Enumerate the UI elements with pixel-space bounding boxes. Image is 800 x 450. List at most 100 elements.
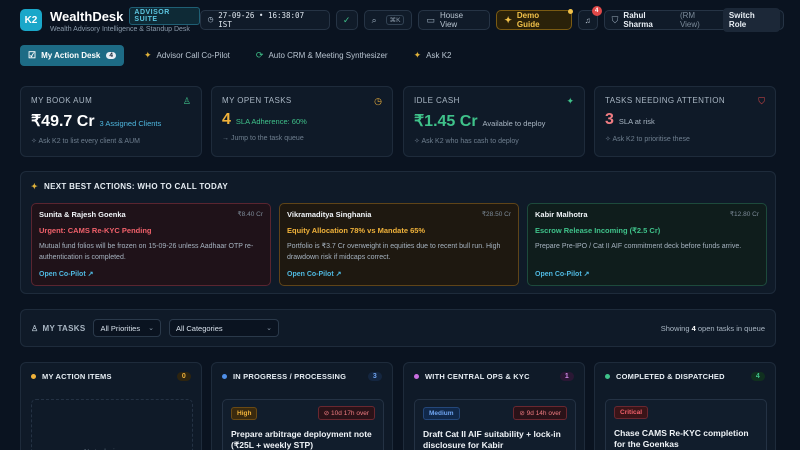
user-view: (RM View)	[679, 11, 700, 29]
empty-state: No tasks in queue	[31, 399, 193, 450]
user-icon: ♙	[182, 96, 191, 106]
next-best-actions-panel: ✦ NEXT BEST ACTIONS: WHO TO CALL TODAY S…	[20, 171, 776, 294]
action-card-goenka[interactable]: Sunita & Rajesh Goenka ₹8.40 Cr Urgent: …	[31, 203, 271, 286]
column-count: 0	[176, 372, 191, 381]
k2-logo[interactable]: K2	[20, 9, 42, 31]
column-status-dot	[222, 374, 227, 379]
search-icon: ⌕	[371, 14, 377, 25]
tab-ask-k2[interactable]: ✦ Ask K2	[408, 45, 458, 66]
task-card[interactable]: Medium ⊘ 9d 14h over Draft Cat II AIF su…	[414, 399, 576, 450]
demo-guide-label: Demo Guide	[516, 11, 540, 29]
datetime-text: 27-09-26 • 16:38:07 IST	[218, 11, 305, 29]
open-co-pilot-link[interactable]: Open Co-Pilot ↗	[39, 270, 93, 278]
column-title: IN PROGRESS / PROCESSING	[233, 372, 347, 381]
overdue-text: 9d 14h over	[526, 410, 561, 417]
kpi-sub: Available to deploy	[482, 119, 546, 128]
app-tagline: Wealth Advisory Intelligence & Standup D…	[49, 26, 190, 33]
column-title: COMPLETED & DISPATCHED	[616, 372, 725, 381]
action-description: Mutual fund folios will be frozen on 15-…	[39, 243, 254, 261]
tasks-label: ♙ MY TASKS	[31, 324, 85, 333]
kpi-hint-text: Ask K2 who has cash to deploy	[421, 138, 519, 145]
notification-count: 4	[591, 6, 602, 16]
task-card[interactable]: High ⊘ 10d 17h over Prepare arbitrage de…	[222, 399, 384, 450]
tab-auto-crm[interactable]: ⟳ Auto CRM & Meeting Synthesizer	[250, 45, 394, 66]
kpi-hint-text: Jump to the task queue	[230, 135, 304, 142]
shield-icon: ⛉	[611, 14, 619, 25]
tasks-filter-bar: ♙ MY TASKS All Priorities ⌄ All Categori…	[20, 309, 776, 347]
category-filter-select[interactable]: All Categories ⌄	[168, 319, 279, 337]
brand: WealthDesk ADVISOR SUITE Wealth Advisory…	[50, 7, 200, 33]
search-button[interactable]: ⌕ ⌘K	[363, 10, 413, 30]
open-co-pilot-link[interactable]: Open Co-Pilot ↗	[535, 270, 589, 278]
kpi-hint: ✧ Ask K2 who has cash to deploy	[414, 138, 519, 145]
kpi-value: ₹49.7 Cr	[31, 113, 95, 130]
kpi-title: MY BOOK AUM	[31, 96, 93, 105]
column-count: 4	[750, 372, 765, 381]
task-title: Draft Cat II AIF suitability + lock-in d…	[423, 429, 561, 450]
client-name: Kabir Malhotra	[535, 210, 588, 219]
task-card[interactable]: Critical Chase CAMS Re-KYC completion fo…	[605, 399, 767, 450]
checklist-icon: ☑	[28, 50, 37, 60]
action-description: Prepare Pre-IPO / Cat II AIF commitment …	[535, 243, 742, 250]
kpi-value: ₹1.45 Cr	[414, 113, 478, 130]
sparkle-icon: ✦	[413, 50, 422, 60]
priority-filter-select[interactable]: All Priorities ⌄	[93, 319, 161, 337]
client-aum: ₹12.80 Cr	[729, 211, 759, 218]
main-nav: ☑ My Action Desk 4 ✦ Advisor Call Co-Pil…	[20, 45, 458, 66]
client-aum: ₹8.40 Cr	[237, 211, 263, 218]
column-central-ops: WITH CENTRAL OPS & KYC 1 Medium ⊘ 9d 14h…	[403, 362, 585, 450]
column-title: MY ACTION ITEMS	[42, 372, 112, 381]
sparkle-icon: ✦	[31, 182, 39, 191]
user-name: Rahul Sharma	[623, 11, 653, 29]
house-view-button[interactable]: ▭ House View	[418, 10, 491, 30]
check-circle-icon: ✓	[342, 14, 351, 25]
column-count: 3	[367, 372, 382, 381]
priority-badge: Medium	[423, 406, 460, 420]
overdue-badge: ⊘ 10d 17h over	[317, 406, 375, 420]
switch-role-button[interactable]: Switch Role	[722, 8, 781, 32]
sparkle-icon: ✦	[143, 50, 152, 60]
sync-icon: ⟳	[255, 50, 264, 60]
kpi-title: TASKS NEEDING ATTENTION	[605, 96, 726, 105]
tab-label: Advisor Call Co-Pilot	[156, 51, 230, 60]
notifications-button[interactable]: ♫ 4	[577, 6, 602, 30]
kpi-card-open-tasks[interactable]: MY OPEN TASKS ◷ 4 SLA Adherence: 60% → J…	[211, 86, 393, 157]
column-count: 1	[559, 372, 574, 381]
status-check-button[interactable]: ✓	[335, 10, 358, 30]
kpi-card-book-aum[interactable]: MY BOOK AUM ♙ ₹49.7 Cr 3 Assigned Client…	[20, 86, 202, 157]
chevron-down-icon: ⌄	[266, 325, 272, 332]
kpi-hint-text: Ask K2 to prioritise these	[612, 136, 690, 143]
kpi-sub: 3 Assigned Clients	[99, 119, 162, 128]
showing-prefix: Showing	[660, 323, 692, 333]
column-my-action-items: MY ACTION ITEMS 0 No tasks in queue	[20, 362, 202, 450]
open-co-pilot-link[interactable]: Open Co-Pilot ↗	[287, 270, 341, 278]
user-icon: ♙	[31, 323, 39, 333]
nba-title-text: NEXT BEST ACTIONS: WHO TO CALL TODAY	[44, 182, 229, 191]
user-menu[interactable]: ⛉ Rahul Sharma (RM View) Switch Role	[603, 8, 785, 32]
action-card-singhania[interactable]: Vikramaditya Singhania ₹28.50 Cr Equity …	[279, 203, 519, 286]
tab-my-action-desk[interactable]: ☑ My Action Desk 4	[20, 45, 124, 66]
kpi-hint-text: Ask K2 to list every client & AUM	[38, 138, 140, 145]
kpi-title: MY OPEN TASKS	[222, 96, 292, 105]
action-card-malhotra[interactable]: Kabir Malhotra ₹12.80 Cr Escrow Release …	[527, 203, 767, 286]
overdue-badge: ⊘ 9d 14h over	[513, 406, 567, 420]
overdue-text: 10d 17h over	[331, 410, 369, 417]
client-aum: ₹28.50 Cr	[481, 211, 511, 218]
action-alert: Escrow Release Incoming (₹2.5 Cr)	[535, 226, 661, 235]
priority-filter-value: All Priorities	[100, 323, 141, 333]
demo-indicator-dot	[567, 9, 573, 14]
kpi-hint: ✧ Ask K2 to list every client & AUM	[31, 138, 140, 145]
category-filter-value: All Categories	[175, 323, 223, 333]
chevron-down-icon: ⌄	[148, 325, 154, 332]
demo-guide-button[interactable]: ✦ Demo Guide	[496, 9, 573, 30]
action-alert: Equity Allocation 78% vs Mandate 65%	[287, 226, 426, 235]
kpi-card-tasks-attention[interactable]: TASKS NEEDING ATTENTION ⛉ 3 SLA at risk …	[594, 86, 776, 157]
kpi-card-idle-cash[interactable]: IDLE CASH ✦ ₹1.45 Cr Available to deploy…	[403, 86, 585, 157]
shield-icon: ⛉	[758, 96, 765, 106]
kpi-title: IDLE CASH	[414, 96, 460, 105]
tab-count: 4	[106, 52, 116, 59]
column-status-dot	[414, 374, 419, 379]
column-completed: COMPLETED & DISPATCHED 4 Critical Chase …	[594, 362, 776, 450]
top-bar: K2 WealthDesk ADVISOR SUITE Wealth Advis…	[0, 0, 800, 40]
tab-advisor-call-co-pilot[interactable]: ✦ Advisor Call Co-Pilot	[138, 45, 236, 66]
